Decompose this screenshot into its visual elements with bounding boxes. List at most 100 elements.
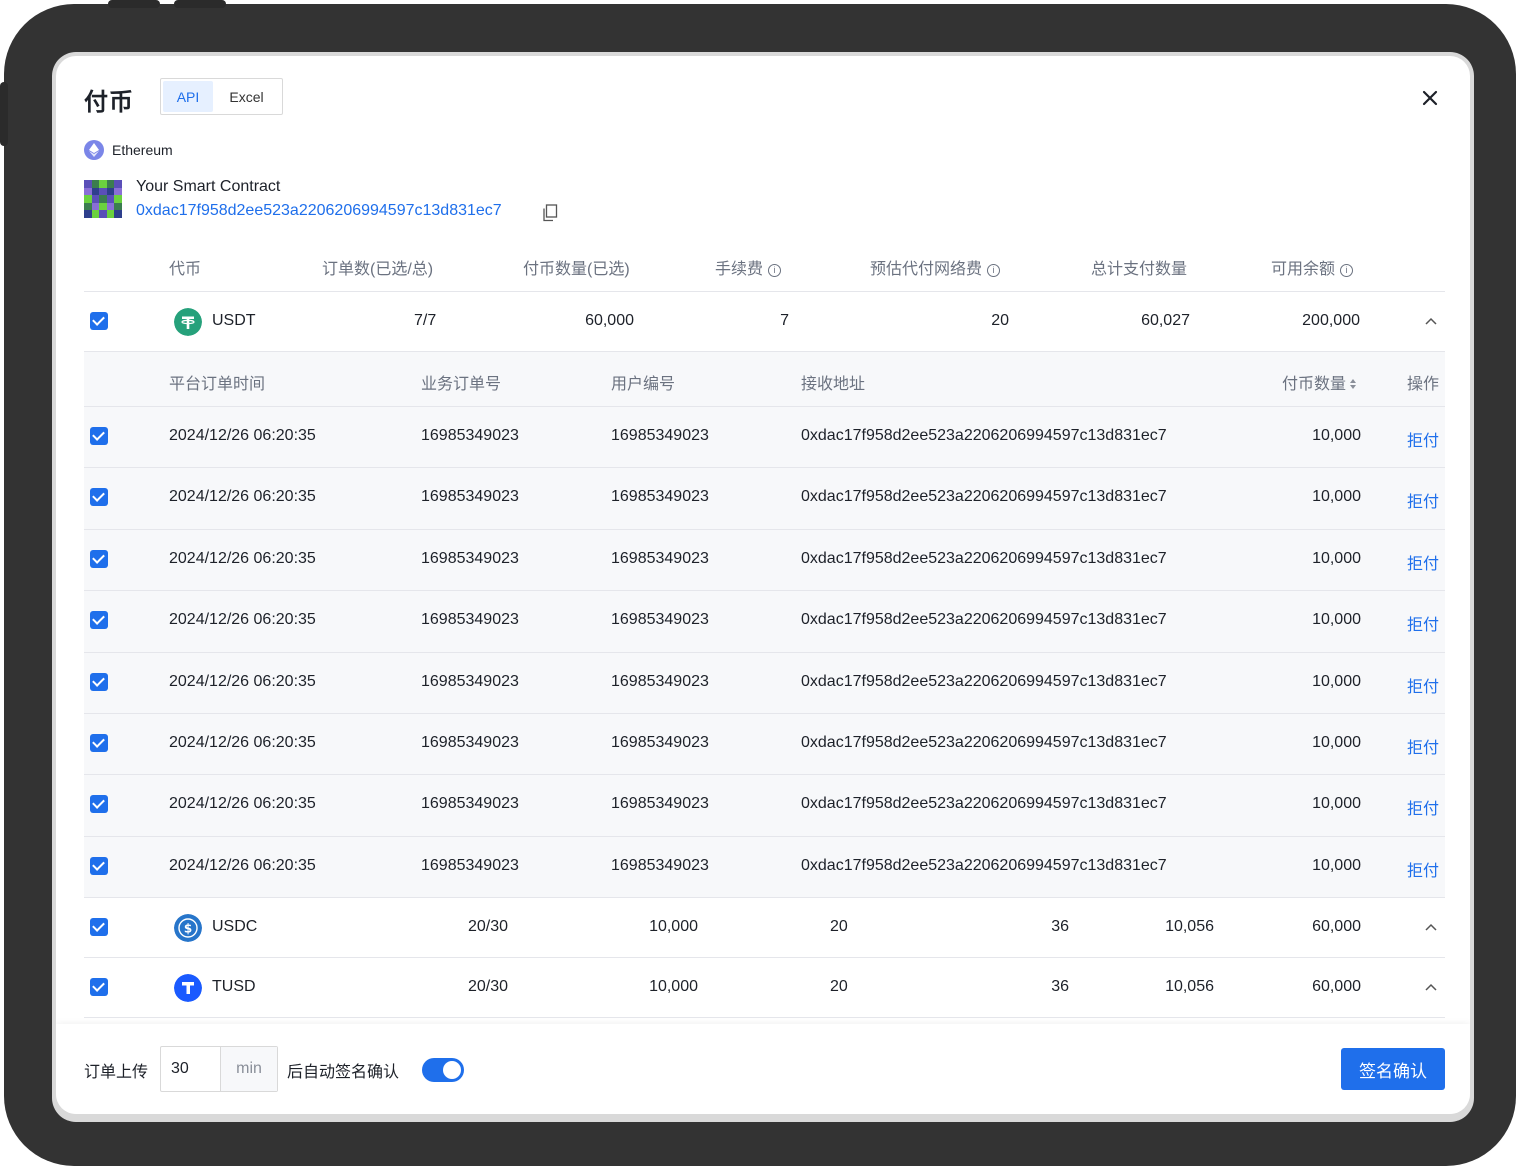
pay-amount: 10,000 bbox=[1312, 427, 1361, 444]
payment-table: 代币 订单数(已选/总) 付币数量(已选) 手续费 i 预估代付网络费 i 总计支付… bbox=[84, 240, 1445, 1019]
biz-order-no: 16985349023 bbox=[421, 856, 519, 874]
avatar-pixel bbox=[91, 210, 100, 218]
reject-link[interactable]: 拒付 bbox=[1407, 611, 1439, 635]
order-row[interactable]: 2024/12/26 06:20:35 16985349023 1698534902… bbox=[84, 836, 1445, 899]
order-row[interactable]: 2024/12/26 06:20:35 16985349023 1698534902… bbox=[84, 468, 1445, 530]
checkbox[interactable] bbox=[90, 488, 108, 507]
avatar-pixel bbox=[114, 210, 122, 218]
sort-icon[interactable] bbox=[1349, 378, 1357, 390]
order-row[interactable]: 2024/12/26 06:20:35 16985349023 1698534902… bbox=[84, 775, 1445, 837]
pay-amount: 10,000 bbox=[1312, 611, 1361, 629]
avatar-pixel bbox=[106, 210, 115, 218]
info-icon[interactable]: i bbox=[768, 264, 782, 277]
col-pay-amount[interactable]: 付币数量 bbox=[1282, 370, 1357, 394]
order-time: 2024/12/26 06:20:35 bbox=[169, 427, 316, 444]
receive-address: 0xdac17f958d2ee523a2206206994597c13d831e… bbox=[801, 611, 1167, 629]
order-row[interactable]: 2024/12/26 06:20:35 16985349023 1698534902… bbox=[84, 713, 1445, 776]
pay-amount: 10,000 bbox=[1312, 733, 1361, 751]
tusd-icon bbox=[174, 974, 202, 1003]
minutes-input[interactable]: 30 min bbox=[160, 1046, 278, 1092]
receive-address: 0xdac17f958d2ee523a2206206994597c13d831e… bbox=[801, 795, 1167, 813]
avatar-pixel bbox=[106, 202, 115, 211]
info-icon[interactable]: i bbox=[987, 264, 1001, 277]
col-fee: 手续费 i bbox=[715, 255, 782, 279]
avatar-pixel bbox=[91, 187, 100, 196]
pay-amount: 10,000 bbox=[1312, 488, 1361, 506]
checkbox[interactable] bbox=[90, 795, 108, 814]
token-row-usdt[interactable]: USDT 7/7 60,000 7 20 60,027 200,000 bbox=[84, 292, 1445, 352]
minutes-value[interactable]: 30 bbox=[161, 1047, 221, 1091]
chevron-up-icon[interactable] bbox=[1424, 314, 1438, 328]
contract-name: Your Smart Contract bbox=[136, 178, 281, 195]
token-row-usdc[interactable]: $ USDC 20/30 10,000 20 36 10,056 60,000 bbox=[84, 898, 1445, 959]
avatar-pixel bbox=[106, 180, 115, 188]
user-no: 16985349023 bbox=[611, 856, 709, 874]
contract-avatar bbox=[84, 180, 122, 218]
avatar-pixel bbox=[91, 202, 100, 211]
token-symbol: TUSD bbox=[212, 978, 256, 996]
usdt-icon bbox=[174, 308, 202, 336]
order-row[interactable]: 2024/12/26 06:20:35 16985349023 1698534902… bbox=[84, 407, 1445, 469]
checkbox[interactable] bbox=[90, 427, 108, 445]
col-token: 代币 bbox=[169, 261, 202, 278]
upload-label: 订单上传 bbox=[84, 1064, 149, 1081]
order-row[interactable]: 2024/12/26 06:20:35 16985349023 1698534902… bbox=[84, 652, 1445, 714]
order-time: 2024/12/26 06:20:35 bbox=[169, 488, 316, 506]
reject-link[interactable]: 拒付 bbox=[1407, 795, 1439, 819]
reject-link[interactable]: 拒付 bbox=[1407, 488, 1439, 512]
tablet-frame: 付币 API Excel Ethereum Your Smart Contrac… bbox=[0, 0, 1516, 1166]
checkbox[interactable] bbox=[90, 672, 108, 691]
checkbox[interactable] bbox=[90, 733, 108, 752]
avatar-pixel bbox=[114, 195, 122, 203]
order-time: 2024/12/26 06:20:35 bbox=[169, 733, 316, 751]
col-user-no: 用户编号 bbox=[611, 376, 676, 393]
col-action: 操作 bbox=[1407, 376, 1440, 393]
checkbox[interactable] bbox=[90, 549, 108, 568]
checkbox[interactable] bbox=[90, 312, 108, 330]
reject-link[interactable]: 拒付 bbox=[1407, 734, 1439, 758]
contract-address-link[interactable]: 0xdac17f958d2ee523a2206206994597c13d831e… bbox=[136, 202, 502, 220]
minutes-unit: min bbox=[221, 1047, 277, 1091]
pay-amount: 10,000 bbox=[1312, 795, 1361, 813]
biz-order-no: 16985349023 bbox=[421, 427, 519, 444]
biz-order-no: 16985349023 bbox=[421, 795, 519, 813]
col-network-fee: 预估代付网络费 i bbox=[870, 255, 1001, 279]
total: 10,056 bbox=[1165, 978, 1214, 996]
total: 10,056 bbox=[1165, 918, 1214, 936]
col-pay-amount-label: 付币数量 bbox=[1282, 376, 1347, 393]
checkbox[interactable] bbox=[90, 611, 108, 630]
biz-order-no: 16985349023 bbox=[421, 488, 519, 506]
avatar-pixel bbox=[99, 180, 107, 188]
biz-order-no: 16985349023 bbox=[421, 611, 519, 629]
copy-icon[interactable] bbox=[542, 204, 558, 222]
reject-link[interactable]: 拒付 bbox=[1407, 427, 1439, 451]
reject-link[interactable]: 拒付 bbox=[1407, 550, 1439, 574]
checkbox[interactable] bbox=[90, 856, 108, 875]
order-list: 2024/12/26 06:20:35 16985349023 1698534902… bbox=[84, 407, 1445, 899]
reject-link[interactable]: 拒付 bbox=[1407, 857, 1439, 881]
order-row[interactable]: 2024/12/26 06:20:35 16985349023 1698534902… bbox=[84, 529, 1445, 592]
user-no: 16985349023 bbox=[611, 549, 709, 567]
chevron-up-icon[interactable] bbox=[1424, 980, 1438, 994]
checkbox[interactable] bbox=[90, 978, 108, 997]
amount: 60,000 bbox=[585, 312, 634, 329]
amount: 10,000 bbox=[649, 918, 698, 936]
auto-sign-toggle[interactable] bbox=[422, 1058, 464, 1082]
token-row-tusd[interactable]: TUSD 20/30 10,000 20 36 10,056 60,000 bbox=[84, 958, 1445, 1019]
tab-api[interactable]: API bbox=[163, 81, 213, 112]
tab-excel[interactable]: Excel bbox=[213, 81, 280, 112]
info-icon[interactable]: i bbox=[1340, 264, 1354, 277]
col-platform-time: 平台订单时间 bbox=[169, 376, 266, 393]
order-subheader: 平台订单时间 业务订单号 用户编号 接收地址 付币数量 操作 bbox=[84, 352, 1445, 407]
checkbox[interactable] bbox=[90, 918, 108, 937]
pay-amount: 10,000 bbox=[1312, 856, 1361, 874]
order-row[interactable]: 2024/12/26 06:20:35 16985349023 1698534902… bbox=[84, 591, 1445, 653]
avatar-pixel bbox=[106, 195, 115, 203]
balance: 200,000 bbox=[1302, 312, 1360, 329]
biz-order-no: 16985349023 bbox=[421, 549, 519, 567]
chevron-up-icon[interactable] bbox=[1424, 920, 1438, 934]
reject-link[interactable]: 拒付 bbox=[1407, 673, 1439, 697]
order-time: 2024/12/26 06:20:35 bbox=[169, 611, 316, 629]
close-icon[interactable] bbox=[1418, 86, 1442, 110]
sign-confirm-button[interactable]: 签名确认 bbox=[1341, 1048, 1445, 1090]
